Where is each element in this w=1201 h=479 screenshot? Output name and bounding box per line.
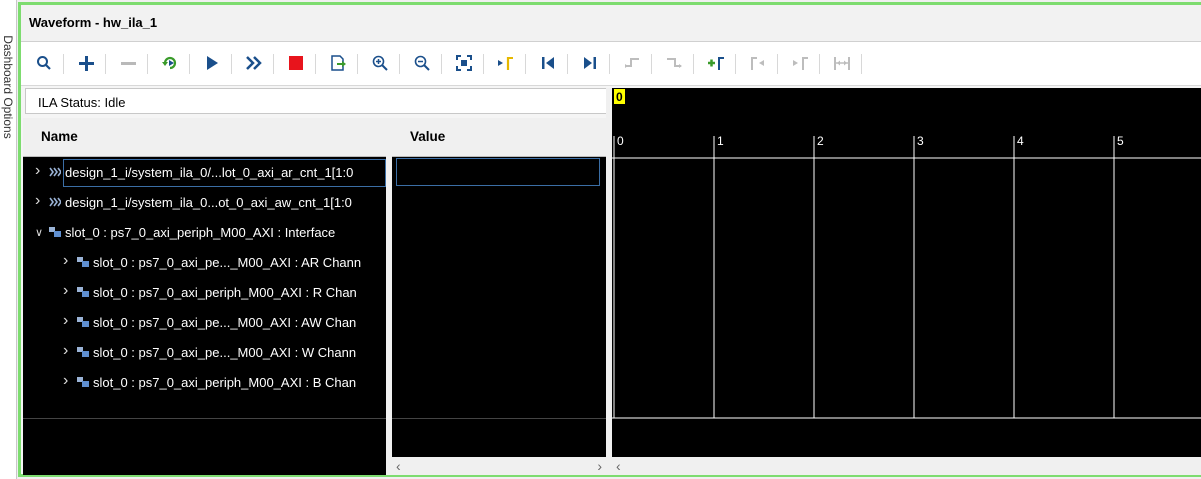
zoom-out-icon[interactable] [411,52,433,74]
next-marker-icon[interactable] [789,52,811,74]
name-column-label: Name [41,129,78,144]
signal-label: slot_0 : ps7_0_axi_periph_M00_AXI : Inte… [65,225,336,240]
signal-label: slot_0 : ps7_0_axi_pe..._M00_AXI : AR Ch… [93,255,362,270]
time-tick-label: 2 [817,134,824,148]
dashboard-options-tab[interactable]: Dashboard Options [0,0,17,479]
auto-retrigger-icon[interactable] [159,52,181,74]
value-column-label: Value [410,129,446,144]
value-scrollbar[interactable]: ‹ › [392,457,606,475]
remove-icon[interactable] [117,52,139,74]
chevron-down-icon[interactable]: ∨ [35,226,45,239]
time-tick-label: 5 [1117,134,1124,148]
run-trigger-icon[interactable] [201,52,223,74]
add-icon[interactable] [75,52,97,74]
signal-row[interactable]: › design_1_i/system_ila_0...ot_0_axi_aw_c… [23,188,386,218]
window-title: Waveform - hw_ila_1 [29,15,158,30]
previous-marker-icon[interactable] [747,52,769,74]
name-column-header[interactable]: Name [23,118,386,157]
go-to-end-icon[interactable] [579,52,601,74]
value-column-header[interactable]: Value [392,118,606,157]
run-immediate-icon[interactable] [243,52,265,74]
interface-icon [77,376,89,388]
interface-icon [77,316,89,328]
interface-icon [49,226,61,238]
selected-value-cell[interactable] [396,158,600,186]
waveform-pane: 0 0 1 2 3 4 5 ‹ [612,88,1201,475]
search-icon[interactable] [33,52,55,74]
signal-label: slot_0 : ps7_0_axi_periph_M00_AXI : B Ch… [93,375,357,390]
signal-row[interactable]: ∨ slot_0 : ps7_0_axi_periph_M00_AXI : Int… [23,218,386,248]
signal-row[interactable]: › slot_0 : ps7_0_axi_periph_M00_AXI : B C… [23,368,386,398]
chevron-right-icon[interactable]: › [63,342,73,359]
go-to-start-icon[interactable] [537,52,559,74]
scroll-left-icon[interactable]: ‹ [396,458,401,474]
signal-label: slot_0 : ps7_0_axi_pe..._M00_AXI : W Cha… [93,345,357,360]
ila-status-field: ILA Status: Idle [25,88,608,114]
cursor-marker-label: 0 [616,90,623,104]
interface-icon [77,346,89,358]
interface-icon [77,286,89,298]
bus-signal-icon [49,166,62,178]
signal-row[interactable]: › slot_0 : ps7_0_axi_pe..._M00_AXI : AR C… [23,248,386,278]
add-marker-icon[interactable] [705,52,727,74]
value-pane: Value ‹ › [392,118,606,475]
title-bar: Waveform - hw_ila_1 [21,5,1201,42]
dashboard-options-label: Dashboard Options [1,35,15,139]
signal-label: design_1_i/system_ila_0...ot_0_axi_aw_cn… [65,195,352,210]
interface-icon [77,256,89,268]
signal-row[interactable]: › design_1_i/system_ila_0/...lot_0_axi_ar… [23,158,386,188]
waveform-scrollbar[interactable]: ‹ [612,457,1201,475]
chevron-right-icon[interactable]: › [63,372,73,389]
swap-cursors-icon[interactable] [831,52,853,74]
waveform-scroll-left-icon[interactable]: ‹ [616,458,621,474]
go-to-cursor-icon[interactable] [495,52,517,74]
bus-signal-icon [49,196,62,208]
chevron-right-icon[interactable]: › [63,282,73,299]
chevron-right-icon[interactable]: › [63,312,73,329]
toolbar [21,42,1201,86]
next-transition-icon[interactable] [663,52,685,74]
selection-outline [63,159,386,187]
waveform-window: Waveform - hw_ila_1 ILA Status: Idle Nam… [18,2,1201,477]
signal-row[interactable]: › slot_0 : ps7_0_axi_pe..._M00_AXI : AW C… [23,308,386,338]
zoom-in-icon[interactable] [369,52,391,74]
zoom-fit-icon[interactable] [453,52,475,74]
export-icon[interactable] [327,52,349,74]
signal-label: slot_0 : ps7_0_axi_periph_M00_AXI : R Ch… [93,285,357,300]
time-tick-label: 0 [617,134,624,148]
time-tick-label: 3 [917,134,924,148]
time-tick-label: 4 [1017,134,1024,148]
chevron-right-icon[interactable]: › [63,252,73,269]
scroll-right-icon[interactable]: › [597,458,602,474]
chevron-right-icon[interactable]: › [35,192,45,209]
previous-transition-icon[interactable] [621,52,643,74]
stop-icon[interactable] [285,52,307,74]
signal-label: slot_0 : ps7_0_axi_pe..._M00_AXI : AW Ch… [93,315,357,330]
name-pane: Name › design_1_i/system_ila_0/...lot_0_a… [23,118,386,475]
time-tick-label: 1 [717,134,724,148]
signal-row[interactable]: › slot_0 : ps7_0_axi_periph_M00_AXI : R C… [23,278,386,308]
signal-row[interactable]: › slot_0 : ps7_0_axi_pe..._M00_AXI : W Ch… [23,338,386,368]
chevron-right-icon[interactable]: › [35,162,45,179]
ila-status-text: ILA Status: Idle [38,95,126,110]
